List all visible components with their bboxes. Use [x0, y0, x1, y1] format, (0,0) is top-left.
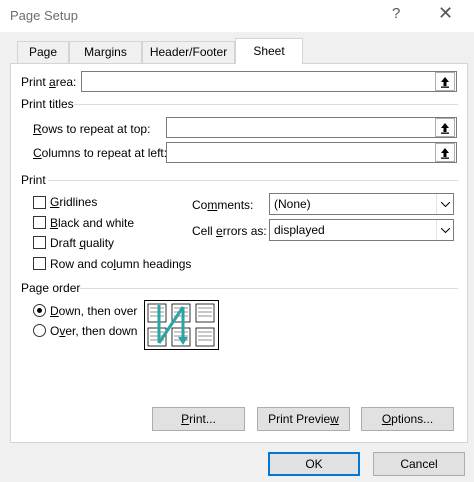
- print-area-collapse-button[interactable]: [435, 72, 455, 91]
- rows-to-repeat-input[interactable]: [166, 117, 457, 138]
- page-order-divider: [80, 288, 458, 289]
- over-then-down-radio[interactable]: [33, 324, 46, 337]
- down-then-over-label: Down, then over: [50, 304, 138, 318]
- row-column-headings-label: Row and column headings: [50, 257, 192, 271]
- chevron-down-icon: [436, 194, 453, 214]
- draft-quality-label: Draft quality: [50, 236, 115, 250]
- tab-margins-label: Margins: [84, 45, 127, 59]
- draft-quality-checkbox[interactable]: [33, 236, 46, 249]
- page-order-header: Page order: [21, 281, 81, 295]
- cancel-button[interactable]: Cancel: [373, 452, 465, 476]
- tab-sheet[interactable]: Sheet: [235, 38, 303, 64]
- chevron-down-icon: [436, 220, 453, 240]
- comments-select[interactable]: (None): [269, 193, 454, 215]
- columns-to-repeat-label: Columns to repeat at left:: [33, 146, 168, 160]
- tab-margins[interactable]: Margins: [69, 41, 142, 63]
- ok-button[interactable]: OK: [268, 452, 360, 476]
- tab-header-footer-label: Header/Footer: [149, 45, 228, 59]
- print-divider: [48, 180, 458, 181]
- collapse-arrow-icon: [441, 147, 449, 159]
- print-titles-header: Print titles: [21, 97, 74, 111]
- help-icon[interactable]: ?: [392, 5, 400, 22]
- print-button[interactable]: Print...: [152, 407, 245, 431]
- comments-label: Comments:: [192, 198, 254, 212]
- over-then-down-label: Over, then down: [50, 324, 138, 338]
- row-column-headings-checkbox[interactable]: [33, 257, 46, 270]
- collapse-arrow-icon: [441, 76, 449, 88]
- page-order-preview-icon: [144, 300, 219, 350]
- collapse-arrow-icon: [441, 122, 449, 134]
- columns-to-repeat-input[interactable]: [166, 142, 457, 163]
- dialog-title: Page Setup: [10, 8, 78, 23]
- print-preview-button[interactable]: Print Preview: [257, 407, 350, 431]
- gridlines-label: Gridlines: [50, 195, 98, 209]
- cell-errors-value: displayed: [274, 223, 325, 237]
- columns-to-repeat-collapse-button[interactable]: [435, 143, 455, 162]
- black-and-white-checkbox[interactable]: [33, 216, 46, 229]
- down-then-over-radio[interactable]: [33, 304, 46, 317]
- close-icon[interactable]: ✕: [438, 3, 453, 24]
- rows-to-repeat-label: Rows to repeat at top:: [33, 122, 151, 136]
- tab-page[interactable]: Page: [17, 41, 69, 63]
- cell-errors-label: Cell errors as:: [192, 224, 267, 238]
- print-area-label: Print area:: [21, 75, 77, 89]
- rows-to-repeat-collapse-button[interactable]: [435, 118, 455, 137]
- tab-sheet-label: Sheet: [253, 44, 285, 58]
- comments-value: (None): [274, 197, 311, 211]
- tab-page-label: Page: [28, 45, 58, 59]
- cell-errors-select[interactable]: displayed: [269, 219, 454, 241]
- black-and-white-label: Black and white: [50, 216, 135, 230]
- gridlines-checkbox[interactable]: [33, 196, 46, 209]
- print-area-input[interactable]: [81, 71, 457, 92]
- options-button[interactable]: Options...: [361, 407, 454, 431]
- tab-header-footer[interactable]: Header/Footer: [142, 41, 235, 63]
- print-header: Print: [21, 173, 46, 187]
- print-titles-divider: [74, 104, 458, 105]
